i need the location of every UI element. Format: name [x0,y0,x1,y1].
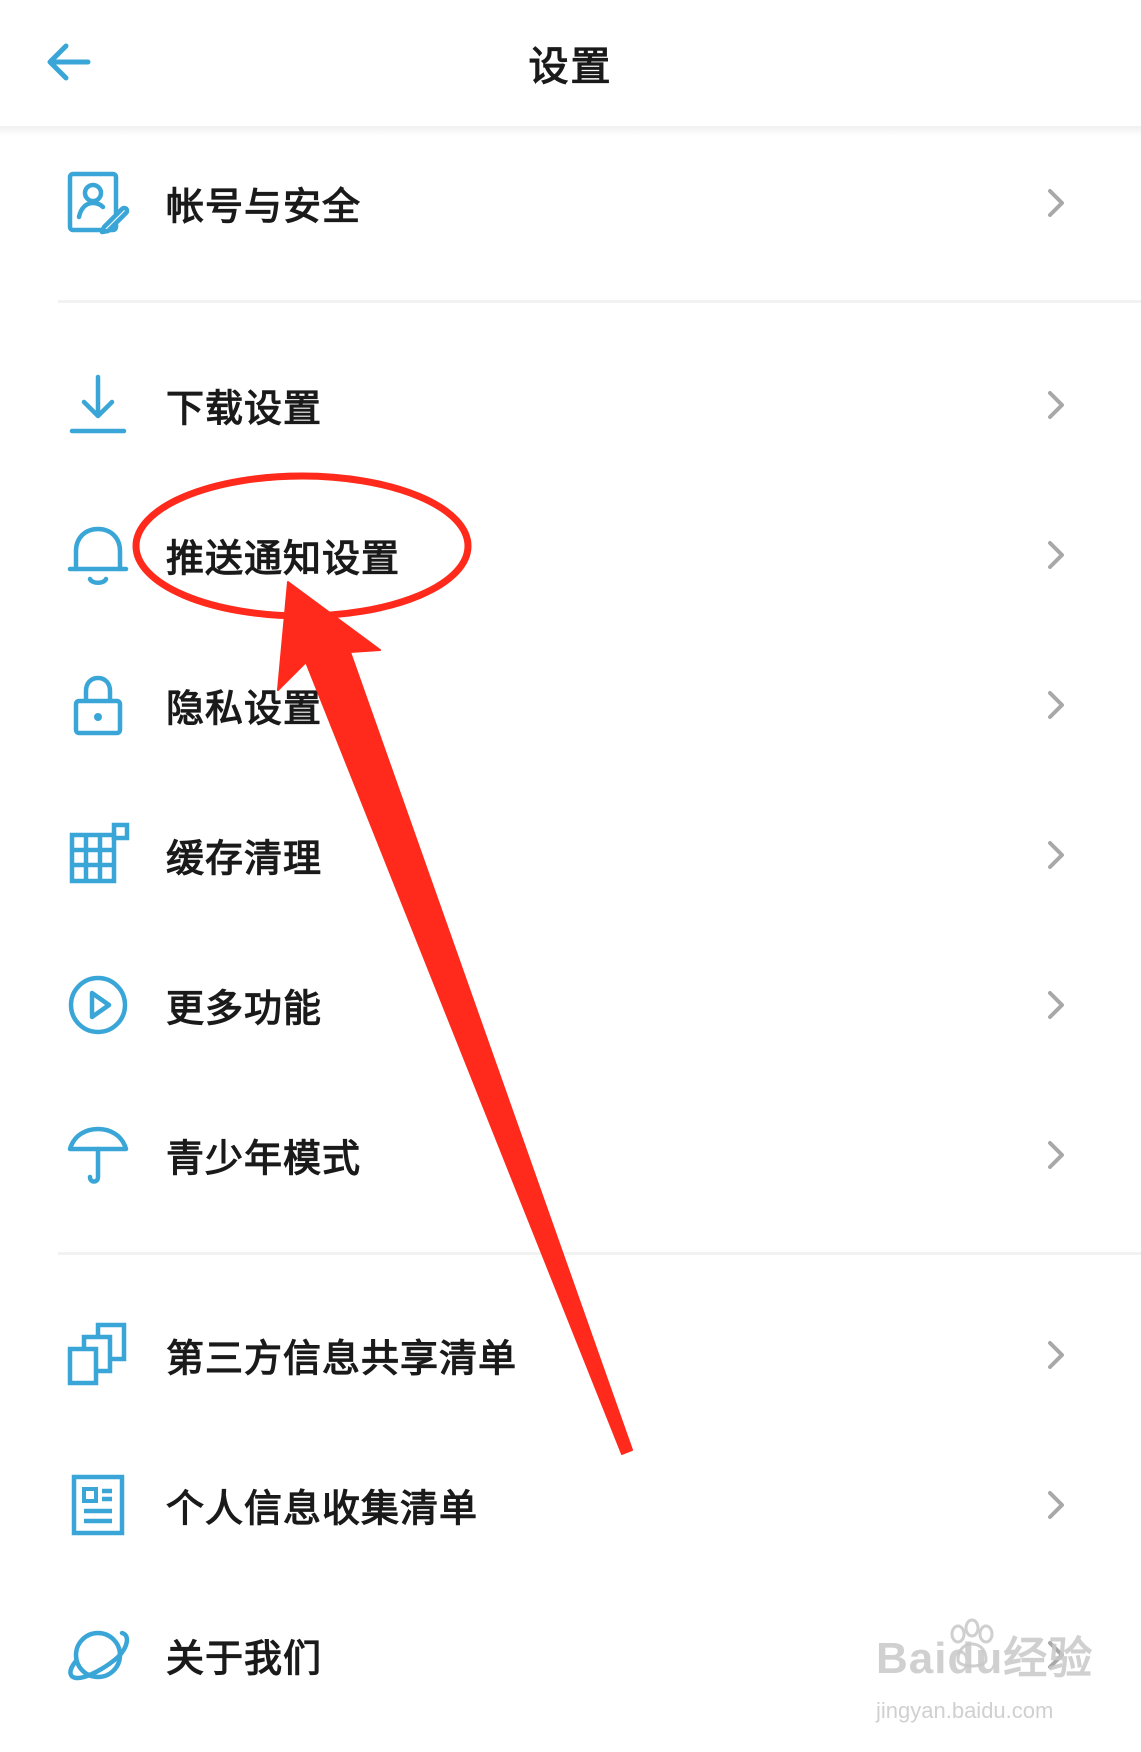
settings-item-download[interactable]: 下载设置 [0,340,1141,470]
play-circle-icon [60,967,136,1043]
settings-item-label: 缓存清理 [166,836,323,881]
settings-page: 设置 帐号与安全 下载设置 推送通知设置 隐私设置 缓存清理 更多功能 青少年模… [0,0,1141,1752]
settings-item-label: 第三方信息共享清单 [166,1336,518,1381]
bell-icon [60,517,136,593]
settings-item-label: 个人信息收集清单 [166,1486,479,1531]
settings-item-account-security[interactable]: 帐号与安全 [0,138,1141,268]
watermark-logo-text: Baidu经验 [876,1634,1094,1683]
settings-item-third-party-sharing[interactable]: 第三方信息共享清单 [0,1290,1141,1420]
chevron-right-icon [1048,1491,1064,1519]
settings-item-personal-info-list[interactable]: 个人信息收集清单 [0,1440,1141,1570]
settings-item-label: 推送通知设置 [166,536,401,581]
lock-icon [60,667,136,743]
top-bar: 设置 [0,0,1141,126]
settings-item-label: 关于我们 [166,1636,323,1681]
chevron-right-icon [1048,1341,1064,1369]
chevron-right-icon [1048,391,1064,419]
settings-item-label: 青少年模式 [166,1136,362,1181]
section-divider [58,300,1141,303]
page-title: 设置 [528,44,613,90]
settings-item-cache-clean[interactable]: 缓存清理 [0,790,1141,920]
settings-item-label: 帐号与安全 [166,184,362,229]
watermark-url: jingyan.baidu.com [876,1698,1054,1723]
settings-item-label: 下载设置 [166,386,323,431]
section-divider [58,1252,1141,1255]
settings-item-more-features[interactable]: 更多功能 [0,940,1141,1070]
grid-icon [60,817,136,893]
settings-item-privacy[interactable]: 隐私设置 [0,640,1141,770]
chevron-right-icon [1048,991,1064,1019]
settings-item-push-notification[interactable]: 推送通知设置 [0,490,1141,620]
settings-item-label: 隐私设置 [166,686,323,731]
umbrella-icon [60,1117,136,1193]
document-icon [60,1467,136,1543]
chevron-right-icon [1048,189,1064,217]
settings-item-teen-mode[interactable]: 青少年模式 [0,1090,1141,1220]
header-divider [0,126,1141,136]
planet-icon [60,1617,136,1693]
baidu-watermark: Baidu经验 jingyan.baidu.com [872,1618,1132,1738]
chevron-right-icon [1048,541,1064,569]
chevron-right-icon [1048,1141,1064,1169]
account-security-icon [60,165,136,241]
download-icon [60,367,136,443]
chevron-right-icon [1048,691,1064,719]
settings-item-label: 更多功能 [166,986,323,1031]
copy-icon [60,1317,136,1393]
chevron-right-icon [1048,841,1064,869]
